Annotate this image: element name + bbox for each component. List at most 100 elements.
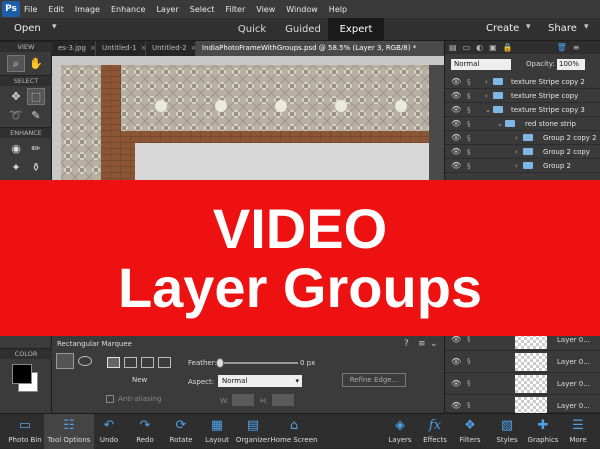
help-icon[interactable]: ? [404,339,409,349]
hand-tool-icon[interactable]: ✋ [27,55,45,72]
layer-row[interactable]: 👁 § › Group 2 copy [445,145,600,159]
chevron-down-icon: ▾ [295,377,299,385]
mode-bar: Open ▾ Quick Guided Expert Create ▾ Shar… [0,18,600,41]
aspect-select[interactable]: Normal ▾ [218,375,302,387]
visibility-eye-icon[interactable]: 👁 [451,147,461,156]
intersect-selection-icon[interactable] [158,357,171,368]
expand-arrow-icon[interactable]: › [515,162,518,170]
menu-image[interactable]: Image [75,5,100,14]
marquee-tool-icon[interactable]: ⬚ [27,88,45,105]
share-button[interactable]: Share [548,23,577,34]
healing-brush-tool-icon[interactable]: ✏ [27,140,45,157]
more-label: More [569,436,587,444]
link-icon: § [467,379,471,387]
subtract-selection-icon[interactable] [141,357,154,368]
expand-arrow-icon[interactable]: › [485,78,488,86]
zoom-tool-icon[interactable]: ⌕ [7,55,25,72]
expand-arrow-icon[interactable]: › [515,134,518,142]
visibility-eye-icon[interactable]: 👁 [451,357,461,366]
visibility-eye-icon[interactable]: 👁 [451,77,461,86]
feather-slider[interactable] [216,358,298,368]
panel-menu-icon[interactable]: ≡ [573,43,580,52]
new-layer-icon[interactable]: ▤ [449,43,457,52]
add-selection-icon[interactable] [124,357,137,368]
refine-edge-button[interactable]: Refine Edge... [342,373,406,387]
create-dropdown-icon[interactable]: ▾ [526,22,531,32]
menu-window[interactable]: Window [286,5,318,14]
foreground-color-swatch[interactable] [12,364,32,384]
feather-slider-handle[interactable] [216,358,224,368]
layer-row[interactable]: 👁 § Layer 0... [445,351,600,373]
visibility-eye-icon[interactable]: 👁 [451,91,461,100]
height-input[interactable] [272,394,294,406]
adjustment-layer-icon[interactable]: ◐ [476,43,483,52]
options-menu-icon[interactable]: ≡ [418,339,426,349]
anti-aliasing-checkbox[interactable] [106,395,114,403]
lasso-tool-icon[interactable]: ➰ [7,107,25,124]
visibility-eye-icon[interactable]: 👁 [451,379,461,388]
width-input[interactable] [232,394,254,406]
collapse-arrow-icon[interactable]: ⌄ [485,106,491,114]
tab-document[interactable]: Untitled-2 × [146,41,196,56]
folder-icon [493,92,503,99]
open-dropdown-icon[interactable]: ▾ [52,22,57,32]
layer-name: texture Stripe copy 2 [511,77,585,86]
layer-row[interactable]: 👁 § › Group 2 copy 2 [445,131,600,145]
share-dropdown-icon[interactable]: ▾ [584,22,589,32]
lock-icon[interactable]: 🔒 [503,43,513,52]
tab-document-active[interactable]: IndiaPhotoFrameWithGroups.psd @ 58.5% (L… [196,41,444,56]
mode-guided[interactable]: Guided [278,18,328,41]
visibility-eye-icon[interactable]: 👁 [451,105,461,114]
menu-help[interactable]: Help [329,5,347,14]
mode-quick[interactable]: Quick [226,18,278,41]
layer-row[interactable]: 👁 § Layer 0... [445,373,600,395]
menu-file[interactable]: File [24,5,37,14]
link-icon: § [467,335,471,343]
toolbox-section-color: COLOR [0,348,52,359]
quick-selection-tool-icon[interactable]: ✎ [27,107,45,124]
menu-view[interactable]: View [256,5,275,14]
collapse-icon[interactable]: ⌄ [430,339,438,349]
tab-document[interactable]: Untitled-1 × [96,41,146,56]
menu-enhance[interactable]: Enhance [111,5,146,14]
expand-arrow-icon[interactable]: › [515,148,518,156]
visibility-eye-icon[interactable]: 👁 [451,161,461,170]
collapse-arrow-icon[interactable]: ⌄ [497,120,503,128]
move-tool-icon[interactable]: ✥ [7,88,25,105]
menu-filter[interactable]: Filter [225,5,245,14]
opacity-input[interactable]: 100% [557,59,585,70]
feather-value: 0 px [300,359,316,367]
mode-expert[interactable]: Expert [328,18,384,41]
home-screen-button[interactable]: ⌂ Home Screen [269,414,319,449]
layer-row[interactable]: 👁 § › Group 2 [445,159,600,173]
new-selection-icon[interactable] [107,357,120,368]
trash-icon[interactable]: 🗑 [557,43,567,52]
layer-row[interactable]: 👁 § ⌄ texture Stripe copy 3 [445,103,600,117]
visibility-eye-icon[interactable]: 👁 [451,335,461,344]
layer-row[interactable]: 👁 § › texture Stripe copy [445,89,600,103]
elliptical-marquee-icon[interactable] [78,356,92,366]
close-icon[interactable]: × [90,44,95,52]
smart-brush-tool-icon[interactable]: ✦ [7,159,25,176]
layer-mask-icon[interactable]: ▣ [489,43,497,52]
red-eye-tool-icon[interactable]: ◉ [7,140,25,157]
visibility-eye-icon[interactable]: 👁 [451,401,461,410]
visibility-eye-icon[interactable]: 👁 [451,119,461,128]
blend-mode-select[interactable]: Normal [451,59,511,70]
expand-arrow-icon[interactable]: › [485,92,488,100]
layer-name: Layer 0... [557,358,590,366]
visibility-eye-icon[interactable]: 👁 [451,133,461,142]
menu-edit[interactable]: Edit [48,5,64,14]
rectangular-marquee-icon[interactable] [56,353,74,369]
menu-select[interactable]: Select [190,5,215,14]
layer-row[interactable]: 👁 § › texture Stripe copy 2 [445,75,600,89]
open-button[interactable]: Open [14,23,41,34]
layer-row[interactable]: 👁 § Layer 0... [445,395,600,413]
layer-row[interactable]: 👁 § ⌄ red stone strip [445,117,600,131]
create-button[interactable]: Create [486,23,519,34]
menu-layer[interactable]: Layer [156,5,178,14]
new-group-icon[interactable]: ▭ [463,43,471,52]
tab-document[interactable]: es-3.jpg × [52,41,96,56]
more-button[interactable]: ☰ More [553,414,600,449]
clone-stamp-tool-icon[interactable]: ⚱ [27,159,45,176]
